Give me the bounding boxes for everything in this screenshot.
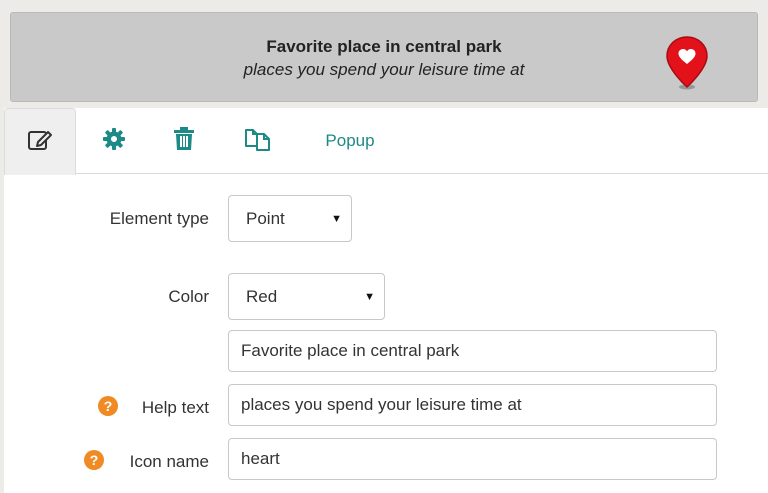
element-type-value: Point bbox=[246, 208, 285, 228]
preview-header: Favorite place in central park places yo… bbox=[10, 12, 758, 102]
header-subtitle: places you spend your leisure time at bbox=[243, 60, 525, 79]
copy-icon bbox=[244, 126, 272, 157]
map-marker-icon bbox=[665, 35, 709, 91]
chevron-down-icon: ▼ bbox=[331, 212, 342, 225]
header-title: Favorite place in central park bbox=[266, 37, 502, 56]
gear-icon bbox=[102, 127, 126, 156]
edit-icon bbox=[27, 127, 53, 158]
tab-delete[interactable] bbox=[164, 108, 204, 174]
title-input[interactable] bbox=[228, 330, 717, 372]
tab-edit[interactable] bbox=[4, 108, 76, 175]
color-select[interactable]: Red ▼ bbox=[228, 273, 385, 320]
tab-bar: Popup bbox=[4, 108, 768, 175]
chevron-down-icon: ▼ bbox=[364, 290, 375, 303]
color-label: Color bbox=[168, 287, 209, 306]
icon-name-label: Icon name bbox=[129, 452, 209, 471]
element-type-select[interactable]: Point ▼ bbox=[228, 195, 352, 242]
tab-popup[interactable]: Popup bbox=[310, 108, 390, 174]
trash-icon bbox=[173, 126, 195, 156]
tab-settings[interactable] bbox=[94, 108, 134, 174]
tab-copy[interactable] bbox=[238, 108, 278, 174]
help-text-input[interactable] bbox=[228, 384, 717, 426]
help-text-label: Help text bbox=[141, 398, 209, 417]
element-type-label: Element type bbox=[109, 209, 209, 228]
tab-popup-label: Popup bbox=[325, 131, 375, 150]
editor-panel: Popup Element type Point ▼ Color Red ▼ ?… bbox=[4, 108, 768, 493]
color-value: Red bbox=[246, 286, 278, 306]
icon-name-input[interactable] bbox=[228, 438, 717, 480]
